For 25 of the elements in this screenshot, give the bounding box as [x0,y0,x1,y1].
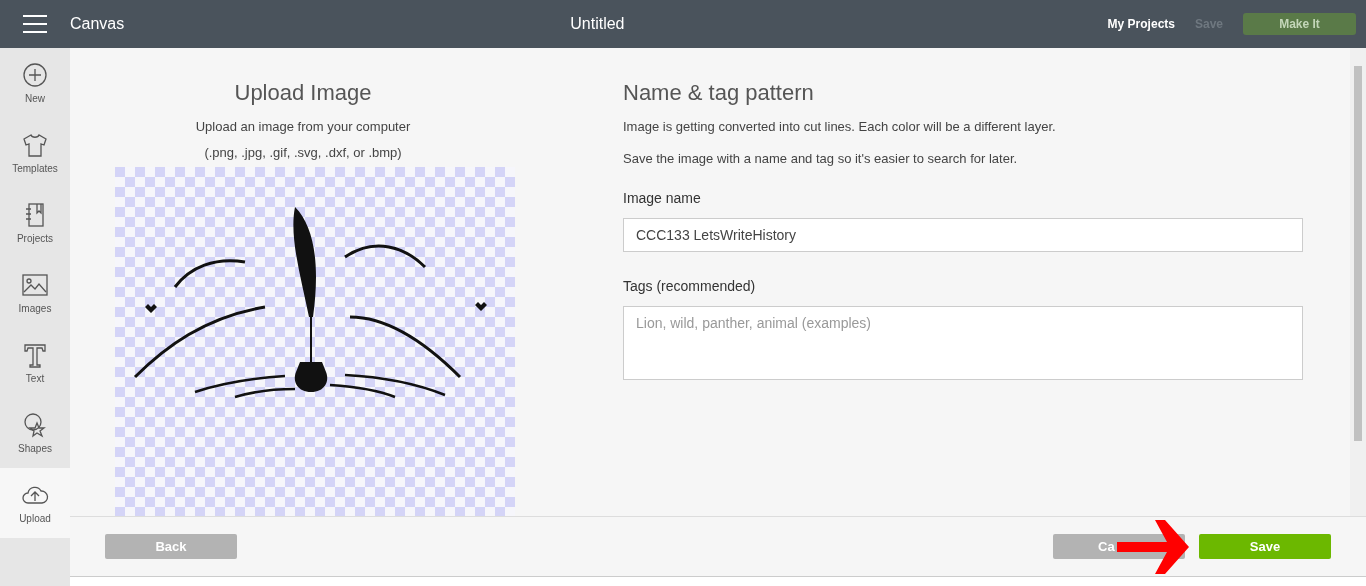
upload-hint: (.png, .jpg, .gif, .svg, .dxf, or .bmp) [204,143,402,162]
sidebar-item[interactable]: Projects [0,188,70,258]
arrow-icon [1117,518,1191,576]
header-link[interactable]: My Projects [1107,15,1175,33]
sidebar-item[interactable]: Shapes [0,398,70,468]
sidebar-item[interactable]: New [0,48,70,118]
menu-icon[interactable] [23,15,47,33]
upload-hint: Upload an image from your computer [195,118,411,136]
sidebar-item[interactable]: Upload [0,468,70,538]
app-title: Canvas [70,14,125,34]
sidebar-item[interactable]: Text [0,328,70,398]
tags-field[interactable]: Lion, wild, panther, animal (examples) [623,306,1303,380]
field-label: Tags (recommended) [623,277,757,296]
image-name-field[interactable]: CCC133 LetsWriteHistory [623,218,1303,252]
scrollbar[interactable] [1350,48,1366,516]
form-title: Name & tag pattern [623,79,815,107]
sidebar-item[interactable]: Images [0,258,70,328]
plus-icon [21,60,49,89]
upload-title: Upload Image [234,79,372,107]
field-label: Image name [623,189,702,208]
form-note: Save the image with a name and tag so it's easier to search for later. [623,149,1019,168]
form-note: Image is getting converted into cut lines. Each color will be a different layer. [623,118,1057,136]
document-title: Untitled [570,14,625,34]
shapes-icon [21,410,49,439]
sidebar-item[interactable]: Templates [0,118,70,188]
